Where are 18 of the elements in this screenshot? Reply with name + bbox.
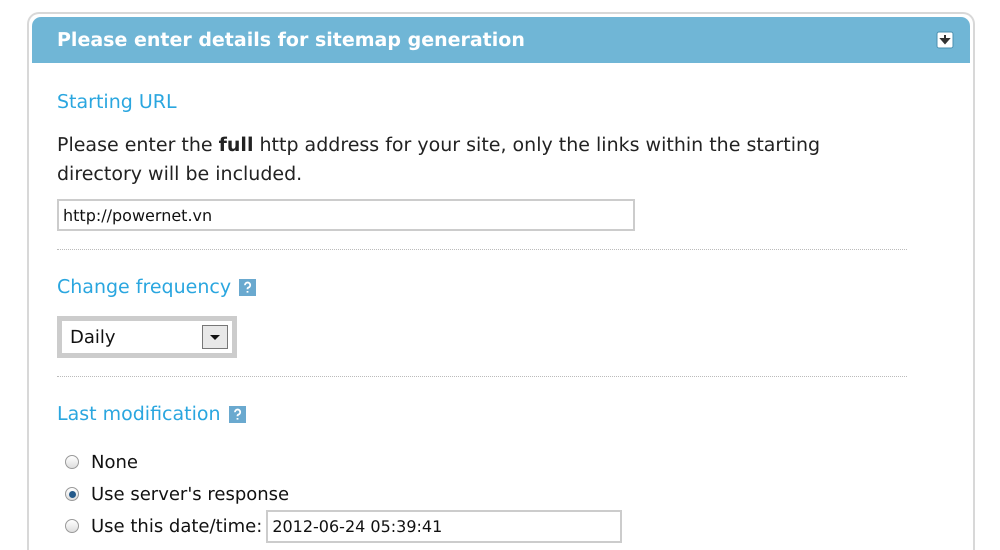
section-heading: Starting URL	[57, 91, 177, 113]
url-field[interactable]: http://powernet.vn	[57, 199, 635, 231]
radio-button[interactable]	[65, 487, 79, 501]
date-field[interactable]: 2012-06-24 05:39:41	[266, 510, 622, 542]
radio-button[interactable]	[65, 455, 79, 469]
section-heading: Change frequency	[57, 276, 232, 298]
section-heading: Last modification	[57, 403, 221, 425]
collapse-icon[interactable]	[936, 31, 954, 49]
help-icon[interactable]	[239, 278, 256, 296]
help-icon[interactable]	[228, 406, 246, 422]
caret-icon	[202, 325, 228, 349]
frequency-dropdown[interactable]: Daily	[57, 316, 237, 358]
option-label: Use this date/time:	[91, 516, 262, 536]
instructions-text: Please enter the full http address for your site, only the links within the starting directory will be included.	[57, 133, 822, 187]
radio-button[interactable]	[65, 519, 79, 533]
option-label: None	[91, 452, 138, 472]
option-label: Use server's response	[91, 484, 290, 504]
panel-title: Please enter details for sitemap generation	[57, 29, 525, 51]
